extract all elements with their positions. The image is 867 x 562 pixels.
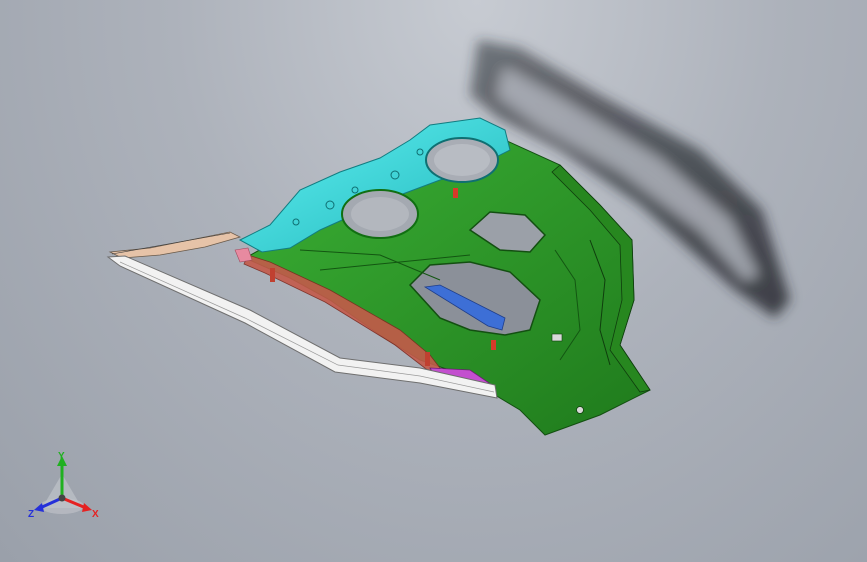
- door-assembly-model[interactable]: [0, 0, 867, 562]
- orientation-triad[interactable]: Y X Z: [22, 446, 106, 524]
- coordinate-triad-icon: Y X Z: [28, 451, 99, 520]
- axis-z-label: Z: [28, 509, 34, 520]
- graphics-viewport[interactable]: Y X Z: [0, 0, 867, 562]
- axis-x-label: X: [92, 509, 99, 520]
- axis-y-label: Y: [58, 451, 65, 462]
- rear-trim[interactable]: [108, 231, 242, 259]
